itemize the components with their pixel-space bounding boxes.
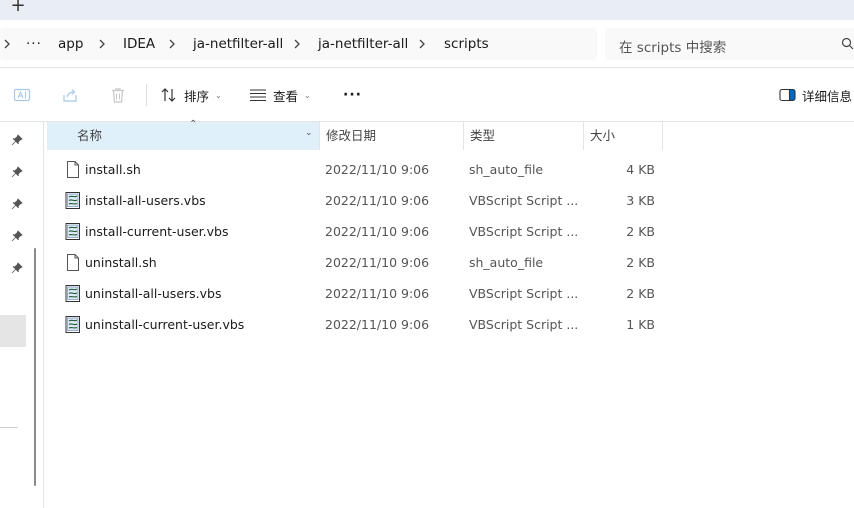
view-label: 查看	[273, 88, 299, 104]
sort-icon	[161, 88, 176, 102]
file-name[interactable]: install-current-user.vbs	[85, 224, 228, 239]
breadcrumb-item[interactable]: app	[58, 36, 83, 52]
share-icon[interactable]	[61, 86, 79, 104]
file-type: VBScript Script ...	[469, 317, 579, 332]
file-date: 2022/11/10 9:06	[325, 224, 430, 239]
column-header-size[interactable]: 大小	[583, 122, 663, 150]
vbscript-file-icon	[65, 285, 81, 302]
toolbar-separator	[146, 84, 147, 106]
rename-icon[interactable]	[13, 86, 31, 104]
file-name[interactable]: uninstall-all-users.vbs	[85, 286, 221, 301]
file-size: 3 KB	[626, 193, 655, 208]
nav-item-selected[interactable]	[0, 315, 26, 347]
details-pane-label: 详细信息	[802, 88, 853, 104]
delete-icon[interactable]	[109, 86, 127, 104]
file-icon	[65, 254, 81, 271]
chevron-down-icon: ⌄	[304, 90, 311, 100]
vbscript-file-icon	[65, 192, 81, 209]
file-date: 2022/11/10 9:06	[325, 193, 430, 208]
sort-button[interactable]: 排序 ⌄	[160, 84, 222, 106]
file-type: sh_auto_file	[469, 162, 544, 177]
file-icon	[65, 161, 81, 178]
view-button[interactable]: 查看 ⌄	[249, 84, 311, 106]
vbscript-file-icon	[65, 223, 81, 240]
chevron-right-icon[interactable]	[97, 36, 107, 52]
pin-icon	[11, 230, 23, 242]
file-size: 2 KB	[626, 286, 655, 301]
table-row[interactable]: install-all-users.vbs 2022/11/10 9:06 VBSc…	[47, 185, 667, 216]
breadcrumb-overflow[interactable]: ···	[26, 36, 42, 52]
file-date: 2022/11/10 9:06	[325, 286, 430, 301]
chevron-right-icon[interactable]	[417, 36, 427, 52]
file-type: VBScript Script ...	[469, 224, 579, 239]
chevron-right-icon[interactable]	[167, 36, 177, 52]
new-tab-button[interactable]: +	[8, 0, 28, 16]
table-row[interactable]: uninstall-current-user.vbs 2022/11/10 9:0…	[47, 309, 667, 340]
chevron-down-icon[interactable]: ⌄	[305, 128, 313, 138]
file-name[interactable]: uninstall.sh	[85, 255, 157, 270]
command-bar: 排序 ⌄ 查看 ⌄ ··· 详细信息	[0, 68, 854, 122]
column-header-name[interactable]: 名称	[47, 122, 319, 150]
navigation-pane	[0, 122, 44, 508]
file-name[interactable]: uninstall-current-user.vbs	[85, 317, 244, 332]
chevron-right-icon[interactable]	[2, 36, 12, 52]
table-row[interactable]: uninstall-all-users.vbs 2022/11/10 9:06 VB…	[47, 278, 667, 309]
pin-icon	[11, 262, 23, 274]
chevron-right-icon[interactable]	[292, 36, 302, 52]
nav-divider	[0, 427, 18, 428]
pin-icon	[11, 166, 23, 178]
file-type: VBScript Script ...	[469, 193, 579, 208]
file-size: 1 KB	[626, 317, 655, 332]
search-input[interactable]: 在 scripts 中搜索	[605, 28, 854, 60]
breadcrumb-item[interactable]: ja-netfilter-all	[318, 36, 408, 52]
sort-label: 排序	[184, 88, 210, 104]
search-placeholder: 在 scripts 中搜索	[619, 40, 727, 56]
details-pane-button[interactable]: 详细信息	[779, 84, 852, 106]
details-pane-icon	[779, 88, 796, 102]
address-bar[interactable]: ··· app IDEA ja-netfilter-all ja-netfilt…	[0, 28, 597, 60]
file-date: 2022/11/10 9:06	[325, 162, 430, 177]
file-type: VBScript Script ...	[469, 286, 579, 301]
file-size: 4 KB	[626, 162, 655, 177]
table-row[interactable]: install-current-user.vbs 2022/11/10 9:06 V…	[47, 216, 667, 247]
file-date: 2022/11/10 9:06	[325, 255, 430, 270]
breadcrumb-item[interactable]: ja-netfilter-all	[193, 36, 283, 52]
file-size: 2 KB	[626, 255, 655, 270]
search-icon[interactable]	[841, 37, 854, 50]
more-options-button[interactable]: ···	[343, 84, 362, 106]
file-type: sh_auto_file	[469, 255, 544, 270]
pin-icon	[11, 198, 23, 210]
view-list-icon	[250, 89, 266, 102]
nav-scrollbar[interactable]	[34, 248, 36, 486]
table-row[interactable]: uninstall.sh 2022/11/10 9:06 sh_auto_file 2…	[47, 247, 667, 278]
breadcrumb-item[interactable]: IDEA	[123, 36, 155, 52]
address-row: ··· app IDEA ja-netfilter-all ja-netfilt…	[0, 20, 854, 68]
breadcrumb-item-current[interactable]: scripts	[444, 36, 489, 52]
column-header-type[interactable]: 类型	[463, 122, 583, 150]
tab-strip: +	[0, 0, 854, 20]
file-size: 2 KB	[626, 224, 655, 239]
chevron-down-icon: ⌄	[215, 90, 222, 100]
table-row[interactable]: install.sh 2022/11/10 9:06 sh_auto_file 4 K…	[47, 154, 667, 185]
column-header-date[interactable]: 修改日期	[319, 122, 463, 150]
file-date: 2022/11/10 9:06	[325, 317, 430, 332]
file-name[interactable]: install.sh	[85, 162, 141, 177]
vbscript-file-icon	[65, 316, 81, 333]
file-name[interactable]: install-all-users.vbs	[85, 193, 206, 208]
pin-icon	[11, 134, 23, 146]
